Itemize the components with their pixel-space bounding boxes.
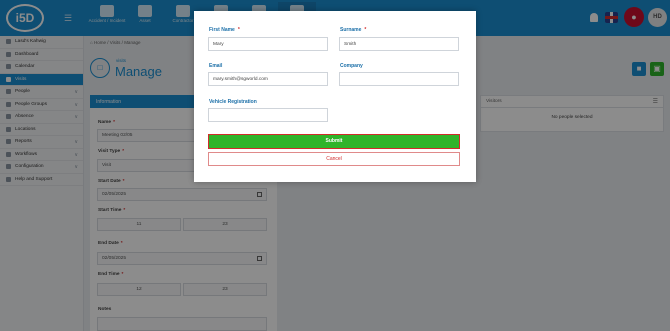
required-mark: * <box>237 27 240 33</box>
surname-field[interactable]: Smith <box>339 37 459 51</box>
first-name-label: First Name * <box>209 27 240 33</box>
surname-label: Surname * <box>340 27 366 33</box>
first-name-field[interactable]: Mary <box>208 37 328 51</box>
cancel-button[interactable]: Cancel <box>208 152 460 166</box>
company-label: Company <box>340 63 363 69</box>
submit-button[interactable]: Submit <box>208 134 460 149</box>
email-field[interactable]: mary.smith@sgworld.com <box>208 72 328 86</box>
add-visitor-modal: First Name * Mary Surname * Smith Email ma… <box>194 11 476 182</box>
required-mark: * <box>364 27 367 33</box>
email-label: Email <box>209 63 223 69</box>
first-name-label-text: First Name <box>209 27 235 33</box>
surname-label-text: Surname <box>340 27 362 33</box>
company-field[interactable] <box>339 72 459 86</box>
vehicle-registration-label: Vehicle Registration <box>209 99 257 105</box>
vehicle-registration-field[interactable] <box>208 108 328 122</box>
